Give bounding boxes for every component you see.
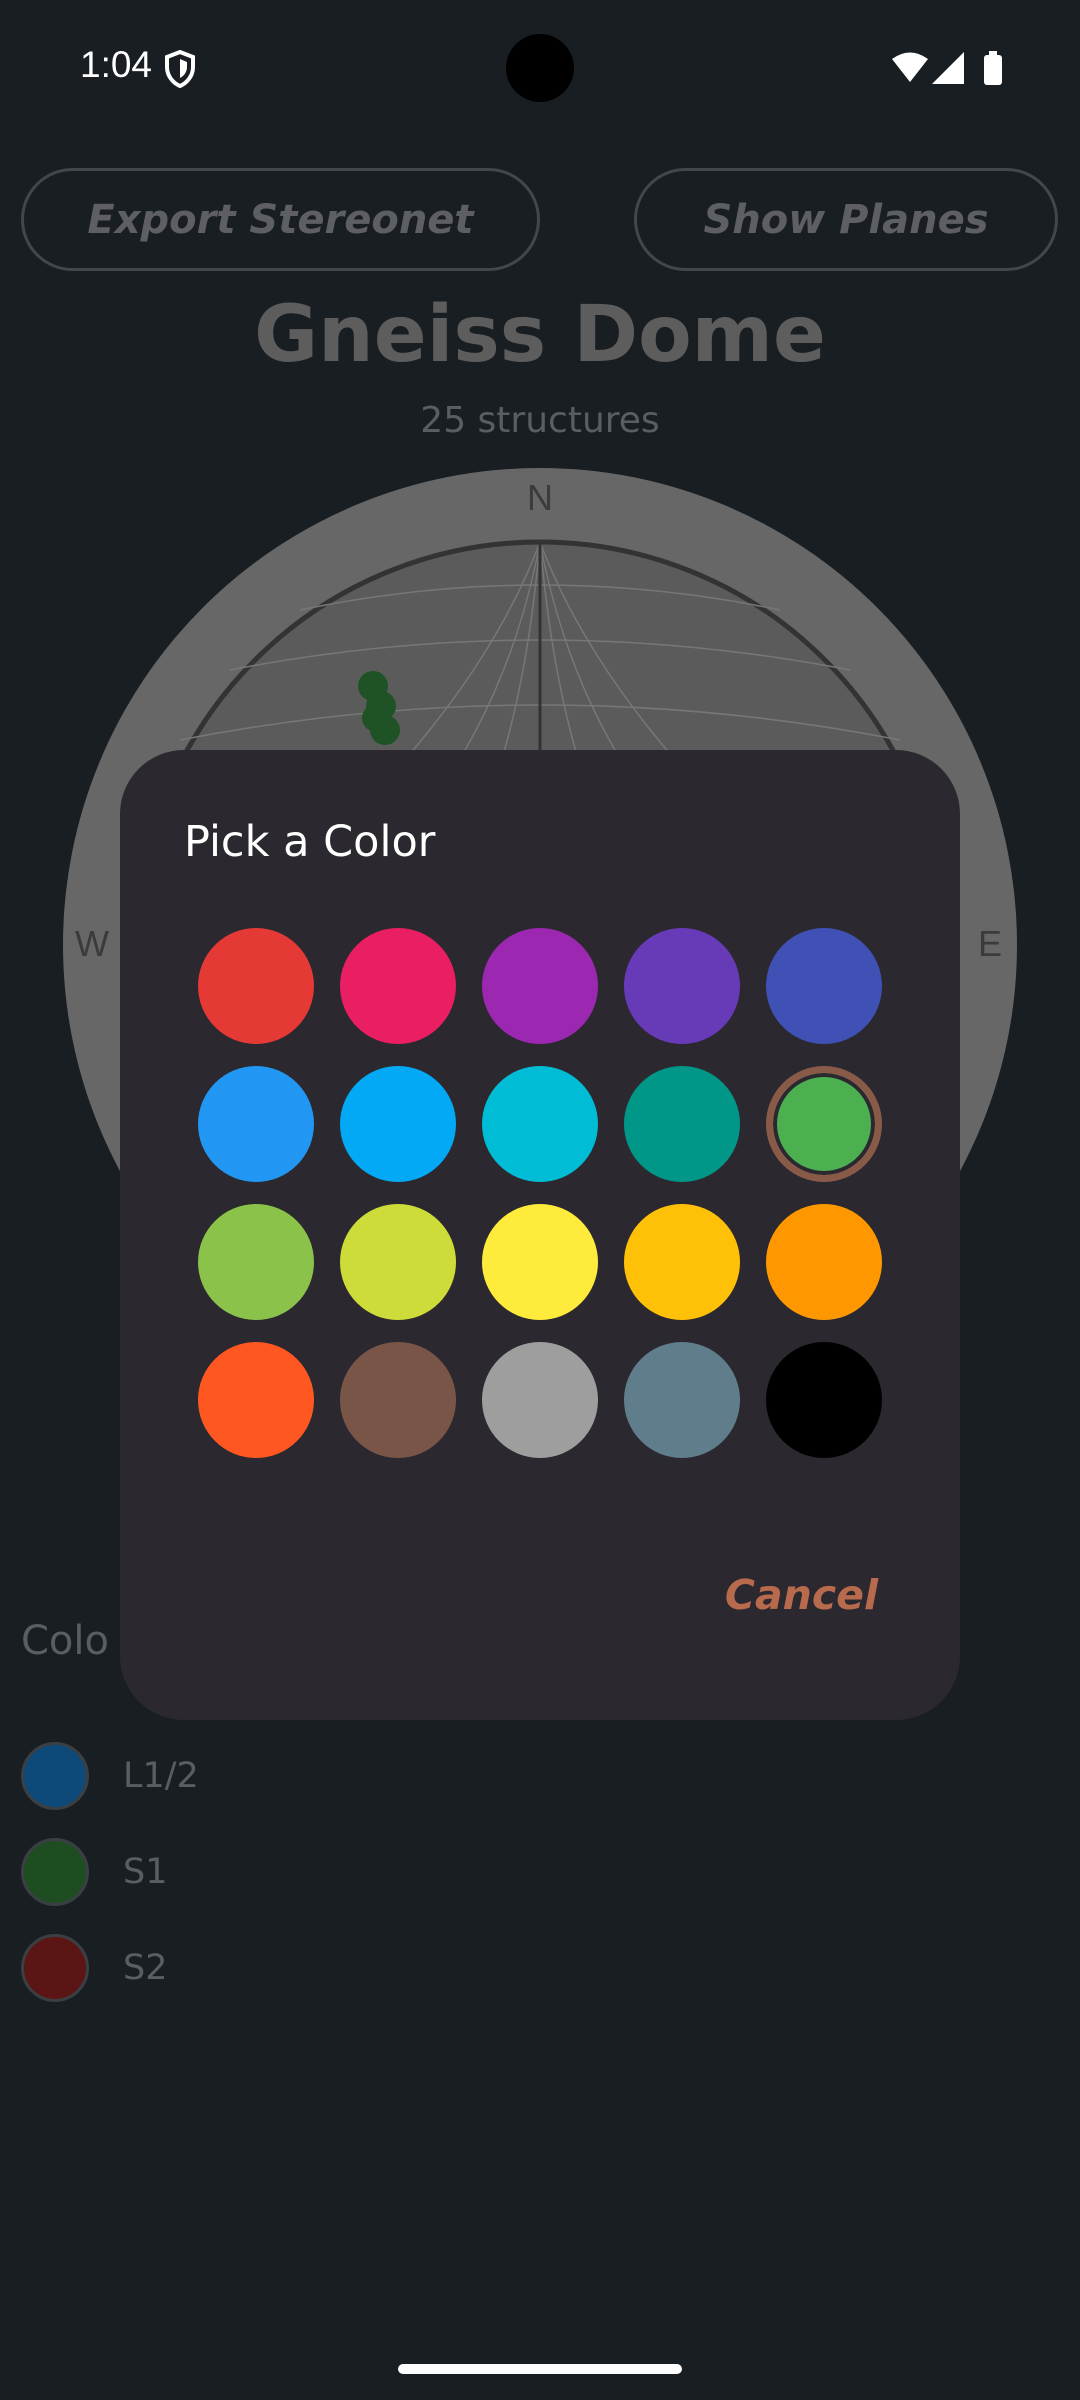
cancel-button[interactable]: Cancel — [678, 1555, 878, 1635]
legend-item[interactable]: L1/2 — [21, 1739, 199, 1813]
west-label: W — [75, 923, 109, 964]
color-swatch[interactable] — [340, 1066, 456, 1182]
color-swatch[interactable] — [340, 1342, 456, 1458]
system-icons — [892, 51, 1002, 85]
legend-color-swatch[interactable] — [21, 1838, 89, 1906]
wifi-icon — [892, 52, 928, 82]
home-indicator[interactable] — [398, 2364, 682, 2374]
color-swatch[interactable] — [766, 928, 882, 1044]
color-swatch[interactable] — [766, 1066, 882, 1182]
shield-icon — [165, 50, 195, 88]
signal-icon — [932, 52, 964, 84]
color-swatch[interactable] — [482, 928, 598, 1044]
show-planes-button[interactable]: Show Planes — [634, 168, 1058, 271]
north-label: N — [527, 477, 553, 518]
color-swatch[interactable] — [482, 1204, 598, 1320]
color-picker-dialog: Pick a Color Cancel — [120, 750, 960, 1720]
export-stereonet-button[interactable]: Export Stereonet — [21, 168, 540, 271]
battery-icon — [984, 55, 1002, 85]
color-swatch[interactable] — [198, 1204, 314, 1320]
color-swatch[interactable] — [766, 1342, 882, 1458]
color-swatch[interactable] — [198, 1066, 314, 1182]
color-swatch[interactable] — [340, 928, 456, 1044]
east-label: E — [978, 923, 1002, 964]
legend-color-swatch[interactable] — [21, 1742, 89, 1810]
legend-label: L1/2 — [123, 1756, 199, 1796]
legend-label: S2 — [123, 1948, 168, 1988]
color-swatch[interactable] — [624, 928, 740, 1044]
structure-count: 25 structures — [420, 400, 660, 441]
color-swatch[interactable] — [624, 1204, 740, 1320]
front-camera — [506, 34, 574, 102]
status-bar: 1:04 — [0, 0, 1080, 135]
status-time: 1:04 — [80, 44, 153, 85]
color-swatch[interactable] — [624, 1342, 740, 1458]
color-swatch[interactable] — [198, 1342, 314, 1458]
dialog-title: Pick a Color — [184, 817, 436, 867]
color-swatch[interactable] — [482, 1066, 598, 1182]
legend-item[interactable]: S2 — [21, 1931, 168, 2005]
color-swatch[interactable] — [340, 1204, 456, 1320]
legend-label: S1 — [123, 1852, 168, 1892]
legend-item[interactable]: S1 — [21, 1835, 168, 1909]
color-swatch[interactable] — [766, 1204, 882, 1320]
color-swatch[interactable] — [624, 1066, 740, 1182]
page-title: Gneiss Dome — [254, 290, 826, 380]
legend-title: Colo — [21, 1618, 109, 1664]
color-swatch[interactable] — [482, 1342, 598, 1458]
legend-color-swatch[interactable] — [21, 1934, 89, 2002]
color-swatch[interactable] — [198, 928, 314, 1044]
